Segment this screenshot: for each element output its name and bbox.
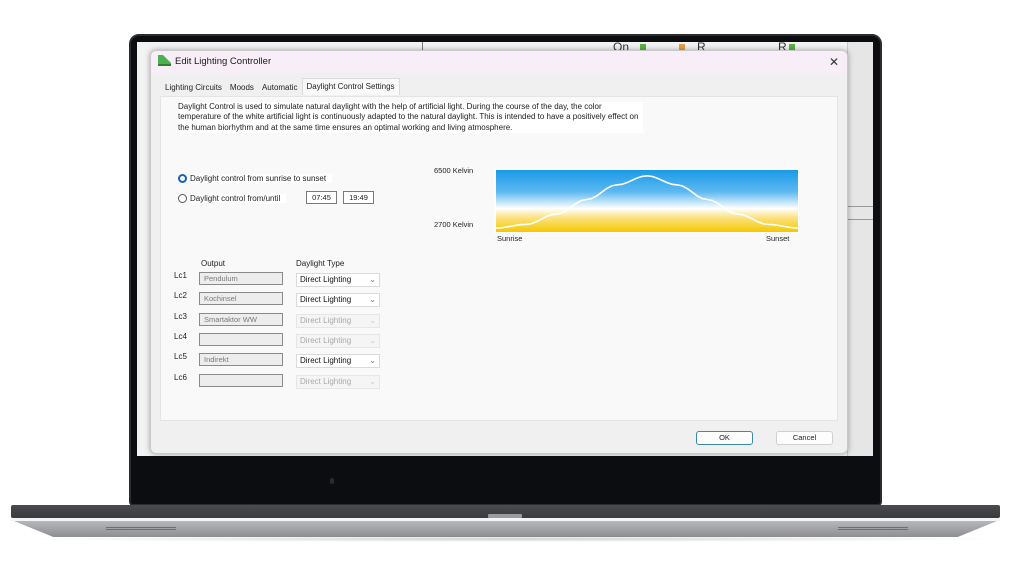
tab-moods[interactable]: Moods	[226, 80, 258, 95]
daylight-curve-chart	[494, 168, 799, 233]
background-divider	[422, 42, 423, 50]
ok-button[interactable]: OK	[696, 431, 753, 445]
circuit-label: Lc1	[174, 271, 187, 280]
close-icon: ✕	[828, 55, 840, 69]
output-field[interactable]: Kochinsel	[199, 292, 283, 306]
daylight-type-dropdown[interactable]: Direct Lighting ⌄	[296, 354, 380, 369]
circuit-label: Lc2	[174, 291, 187, 301]
daylight-type-dropdown: Direct Lighting ⌄	[296, 374, 380, 389]
circuit-label: Lc6	[174, 372, 187, 382]
dropdown-value: Direct Lighting	[300, 356, 352, 366]
chart-background-gradient	[496, 170, 798, 232]
chevron-down-icon: ⌄	[369, 295, 376, 305]
daylight-settings-panel: Daylight Control is used to simulate nat…	[160, 96, 838, 421]
y-tick-label: 2700 Kelvin	[434, 220, 474, 229]
radio-from-until[interactable]: Daylight control from/until	[178, 192, 287, 204]
radio-sunrise-to-sunset[interactable]: Daylight control from sunrise to sunset	[178, 172, 333, 184]
until-time-input[interactable]: 19:49	[343, 191, 374, 204]
chevron-down-icon: ⌄	[369, 335, 376, 345]
circuit-label: Lc3	[174, 311, 187, 321]
dropdown-value: Direct Lighting	[300, 376, 352, 386]
circuit-label: Lc4	[174, 331, 187, 341]
radio-checked-icon[interactable]	[178, 173, 187, 183]
output-field[interactable]: Pendulum	[199, 272, 283, 285]
daylight-type-dropdown[interactable]: Direct Lighting ⌄	[296, 273, 380, 287]
output-field[interactable]	[199, 373, 283, 387]
laptop-base-edge	[11, 518, 1000, 521]
x-tick-label: Sunrise	[497, 234, 523, 243]
tab-automatic[interactable]: Automatic	[258, 80, 302, 95]
daylight-type-dropdown: Direct Lighting ⌄	[296, 333, 380, 348]
daylight-type-dropdown: Direct Lighting ⌄	[296, 313, 380, 328]
radio-label: Daylight control from/until	[190, 193, 287, 203]
green-lighting-app-icon	[158, 55, 171, 66]
chevron-down-icon: ⌄	[369, 315, 376, 325]
x-tick-label: Sunset	[766, 234, 790, 243]
edit-lighting-controller-dialog: Edit Lighting Controller ✕ Lighting Circ…	[150, 50, 848, 454]
output-field[interactable]	[199, 332, 283, 346]
tab-daylight-control-settings[interactable]: Daylight Control Settings	[301, 78, 400, 95]
description-text: Daylight Control is used to simulate nat…	[178, 102, 643, 133]
output-column-header: Output	[201, 259, 226, 268]
tab-lighting-circuits[interactable]: Lighting Circuits	[161, 80, 226, 95]
close-button[interactable]: ✕	[825, 53, 843, 71]
screen: On R R Edit Lighting Controller ✕ Lighti…	[137, 42, 873, 456]
daylight-type-dropdown[interactable]: Direct Lighting ⌄	[296, 293, 380, 308]
background-panel-box	[847, 206, 873, 220]
dropdown-value: Direct Lighting	[300, 295, 352, 305]
chevron-down-icon: ⌄	[369, 356, 376, 366]
from-time-input[interactable]: 07:45	[306, 191, 337, 204]
output-field[interactable]: Indirekt	[199, 353, 283, 367]
webcam-icon	[330, 478, 334, 484]
dropdown-value: Direct Lighting	[300, 275, 352, 284]
dialog-title: Edit Lighting Controller	[175, 56, 272, 67]
tab-bar: Lighting Circuits Moods Automatic Daylig…	[161, 78, 400, 95]
vent-right	[838, 527, 908, 530]
background-scroll-panel	[847, 42, 873, 456]
chevron-down-icon: ⌄	[369, 376, 376, 386]
radio-unchecked-icon[interactable]	[178, 193, 187, 203]
y-tick-label: 6500 Kelvin	[434, 166, 474, 175]
title-bar: Edit Lighting Controller ✕	[151, 51, 847, 73]
dropdown-value: Direct Lighting	[300, 315, 352, 325]
laptop-shadow	[10, 536, 1014, 542]
vent-left	[106, 527, 176, 530]
daylight-curve-svg	[495, 170, 799, 232]
circuit-label: Lc5	[174, 352, 187, 362]
radio-label: Daylight control from sunrise to sunset	[190, 173, 333, 183]
chevron-down-icon: ⌄	[369, 275, 376, 284]
output-field[interactable]: Smartaktor WW	[199, 312, 283, 326]
daylight-type-column-header: Daylight Type	[296, 259, 345, 268]
cancel-button[interactable]: Cancel	[776, 431, 833, 445]
dropdown-value: Direct Lighting	[300, 335, 352, 345]
